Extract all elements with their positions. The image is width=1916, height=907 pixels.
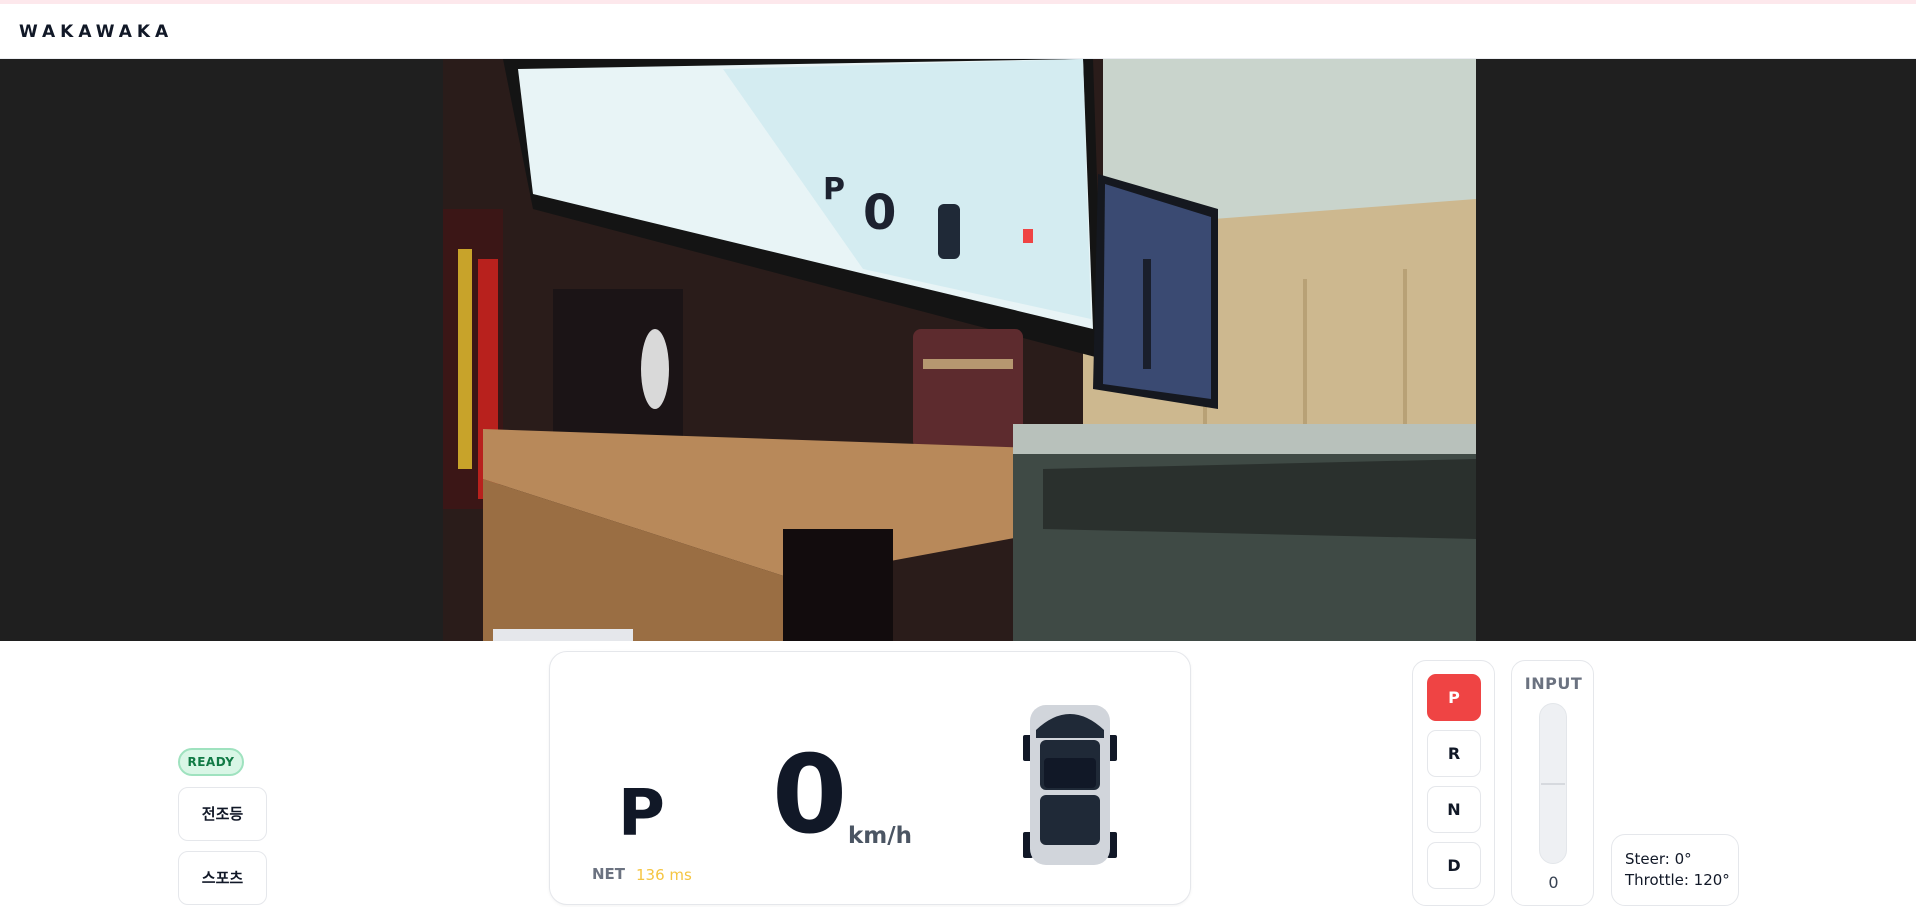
camera-feed: P 0 <box>443 59 1476 641</box>
camera-stage: P 0 <box>0 59 1916 641</box>
input-slider[interactable] <box>1539 703 1567 864</box>
dashboard-panel: P 0 km/h NET 136 ms <box>549 651 1191 905</box>
net-label: NET <box>592 865 626 883</box>
gear-button-d[interactable]: D <box>1427 842 1481 889</box>
input-title: INPUT <box>1524 674 1583 693</box>
car-top-view-icon <box>1023 705 1117 865</box>
input-value: 0 <box>1548 873 1559 892</box>
gear-button-p[interactable]: P <box>1427 674 1481 721</box>
speed-unit: km/h <box>848 823 913 849</box>
svg-text:P: P <box>823 172 845 207</box>
net-latency: 136 ms <box>636 866 692 884</box>
throttle-readout: Throttle: 120° <box>1625 871 1730 889</box>
steer-readout: Steer: 0° <box>1625 850 1692 868</box>
svg-text:0: 0 <box>863 185 896 241</box>
input-slider-center-mark <box>1541 783 1565 785</box>
camera-feed-image: P 0 <box>443 59 1476 641</box>
gear-selector: P R N D <box>1412 660 1495 906</box>
telemetry-panel: Steer: 0° Throttle: 120° <box>1611 834 1739 906</box>
current-gear-display: P <box>618 777 665 851</box>
brand-logo: WAKAWAKA <box>19 22 174 42</box>
ready-status-badge: READY <box>178 748 244 776</box>
headlight-button[interactable]: 전조등 <box>178 787 267 841</box>
speed-value: 0 <box>772 733 848 858</box>
app-header: WAKAWAKA <box>0 4 1916 59</box>
input-panel: INPUT 0 <box>1511 660 1594 906</box>
sport-mode-button[interactable]: 스포츠 <box>178 851 267 905</box>
gear-button-r[interactable]: R <box>1427 730 1481 777</box>
gear-button-n[interactable]: N <box>1427 786 1481 833</box>
